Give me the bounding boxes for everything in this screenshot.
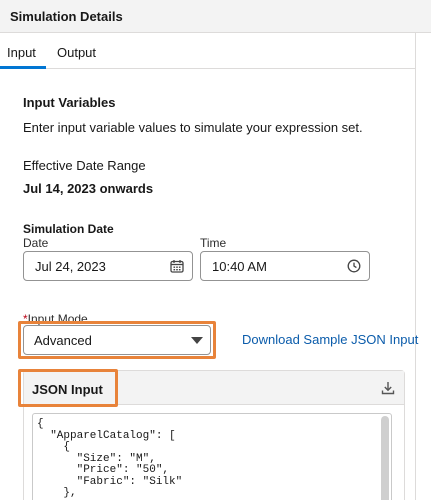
effective-date-range-value: Jul 14, 2023 onwards [23,181,154,196]
date-label: Date [23,236,49,250]
json-input-code: { "ApparelCatalog": [ { "Size": "M", "Pr… [37,418,183,499]
json-input-highlight [18,369,118,407]
date-input[interactable]: Jul 24, 2023 [23,251,193,281]
time-input[interactable]: 10:40 AM [200,251,370,281]
input-variables-title: Input Variables [23,95,116,110]
tab-bar: Input Output [0,33,415,69]
json-input-editor[interactable]: { "ApparelCatalog": [ { "Size": "M", "Pr… [32,413,392,500]
calendar-icon[interactable] [170,259,184,273]
panel-title: Simulation Details [10,9,123,24]
input-mode-highlight [18,321,216,359]
effective-date-range-label: Effective Date Range [23,158,146,173]
input-variables-description: Enter input variable values to simulate … [23,120,363,135]
panel-scrollbar[interactable] [415,33,431,500]
date-input-value: Jul 24, 2023 [35,259,106,274]
download-icon[interactable] [380,380,396,396]
active-tab-indicator [0,66,46,69]
tab-input[interactable]: Input [7,45,36,60]
panel-header: Simulation Details [0,0,431,33]
clock-icon[interactable] [347,259,361,273]
simulation-date-title: Simulation Date [23,222,114,236]
download-sample-json-link[interactable]: Download Sample JSON Input [242,332,418,347]
time-input-value: 10:40 AM [212,259,267,274]
time-label: Time [200,236,227,250]
json-editor-scrollbar[interactable] [381,416,389,500]
tab-output[interactable]: Output [57,45,96,60]
